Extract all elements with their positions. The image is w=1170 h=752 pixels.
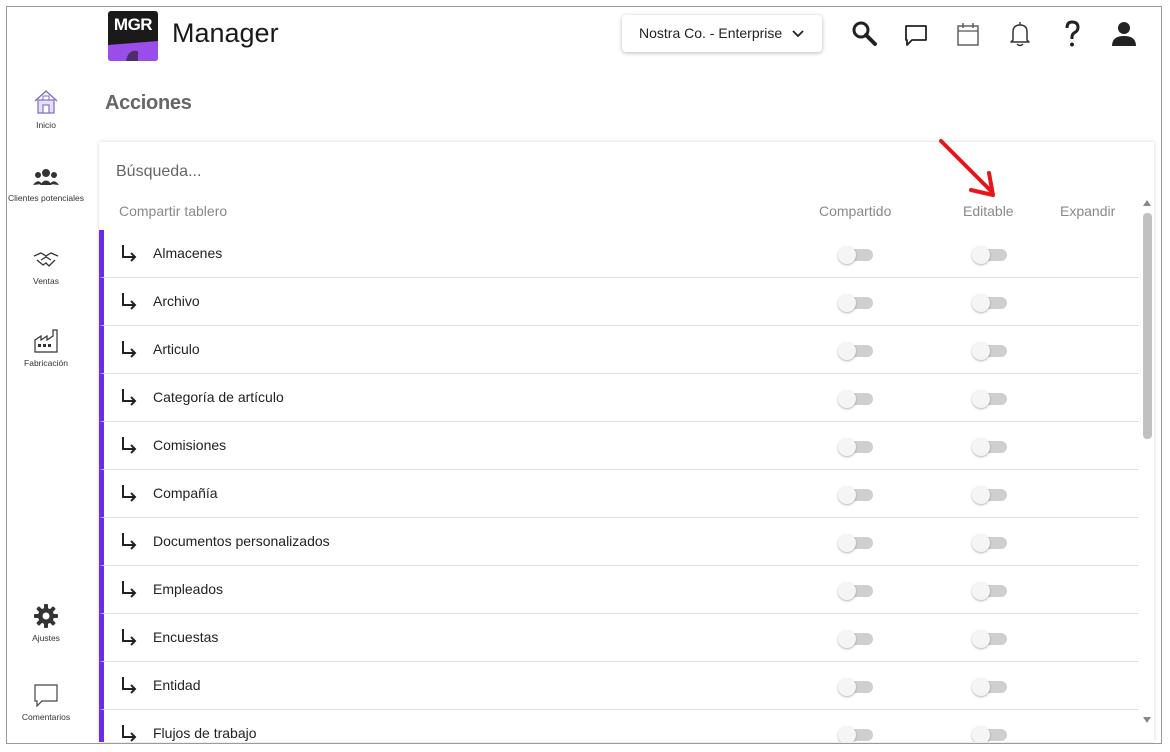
list-item[interactable]: Comisiones [99,422,1139,470]
editable-toggle[interactable] [972,628,1008,648]
list-item[interactable]: Articulo [99,326,1139,374]
list-item-label: Compañía [153,485,218,501]
bell-icon[interactable] [1005,19,1035,49]
list-item[interactable]: Encuestas [99,614,1139,662]
actions-panel: Compartir tablero Compartido Editable Ex… [99,142,1154,742]
sidebar-item-label: Ventas [33,276,59,286]
sidebar-item-ajustes[interactable]: Ajustes [7,603,85,643]
sidebar-item-label: Ajustes [32,633,60,643]
list-item[interactable]: Archivo [99,278,1139,326]
subdirectory-arrow-icon [122,533,137,550]
actions-list: Almacenes Archivo Articulo Categoría de art… [99,230,1139,742]
editable-toggle[interactable] [972,244,1008,264]
list-item[interactable]: Almacenes [99,230,1139,278]
sidebar-item-label: Inicio [36,120,56,130]
shared-toggle[interactable] [838,244,874,264]
company-selector[interactable]: Nostra Co. - Enterprise [622,15,822,52]
list-item[interactable]: Entidad [99,662,1139,710]
subdirectory-arrow-icon [122,389,137,406]
column-header-share-board: Compartir tablero [119,203,228,219]
editable-toggle[interactable] [972,292,1008,312]
factory-icon [34,329,58,353]
column-header-shared: Compartido [819,203,892,219]
list-item-label: Entidad [153,677,201,693]
company-selector-label: Nostra Co. - Enterprise [639,25,783,41]
subdirectory-arrow-icon [122,341,137,358]
subdirectory-arrow-icon [122,629,137,646]
search-input[interactable] [116,163,516,181]
sidebar-item-label: Fabricación [24,358,68,368]
list-item-label: Categoría de artículo [153,389,284,405]
list-item-label: Archivo [153,293,200,309]
editable-toggle[interactable] [972,532,1008,552]
list-item-label: Documentos personalizados [153,533,330,549]
shared-toggle[interactable] [838,676,874,696]
shared-toggle[interactable] [838,436,874,456]
search-icon[interactable] [850,19,880,49]
app-window: Inicio Clientes potenciales Ventas Fabri… [6,6,1162,744]
chat-icon[interactable] [901,19,931,49]
list-item[interactable]: Flujos de trabajo [99,710,1139,742]
editable-toggle[interactable] [972,676,1008,696]
list-item-label: Comisiones [153,437,227,453]
subdirectory-arrow-icon [122,245,137,262]
editable-toggle[interactable] [972,388,1008,408]
shared-toggle[interactable] [838,484,874,504]
sidebar-item-label: Clientes potenciales [7,193,85,203]
sidebar-item-comentarios[interactable]: Comentarios [7,682,85,722]
editable-toggle[interactable] [972,724,1008,742]
app-title: Manager [172,18,279,48]
handshake-icon [33,252,59,267]
home-icon [34,90,58,114]
subdirectory-arrow-icon [122,725,137,742]
app-logo[interactable]: MGR [108,11,158,61]
sidebar-item-ventas[interactable]: Ventas [7,248,85,286]
shared-toggle[interactable] [838,388,874,408]
editable-toggle[interactable] [972,580,1008,600]
gear-icon [34,604,58,628]
calendar-icon[interactable] [953,19,983,49]
people-icon [33,169,59,185]
help-icon[interactable] [1057,19,1087,49]
subdirectory-arrow-icon [122,437,137,454]
sidebar-item-fabricacion[interactable]: Fabricación [7,328,85,368]
annotation-arrow-icon [939,139,995,197]
logo-text: MGR [113,15,153,34]
user-icon[interactable] [1109,19,1139,49]
subdirectory-arrow-icon [122,677,137,694]
subdirectory-arrow-icon [122,293,137,310]
sidebar-item-inicio[interactable]: Inicio [7,88,85,130]
scrollbar-thumb[interactable] [1143,213,1152,439]
editable-toggle[interactable] [972,340,1008,360]
chevron-down-icon [792,30,804,38]
subdirectory-arrow-icon [122,581,137,598]
sidebar-item-label: Comentarios [21,712,71,722]
column-header-editable: Editable [963,203,1014,219]
shared-toggle[interactable] [838,292,874,312]
list-item-label: Empleados [153,581,224,597]
page-title: Acciones [105,92,192,114]
shared-toggle[interactable] [838,532,874,552]
shared-toggle[interactable] [838,724,874,742]
list-item[interactable]: Documentos personalizados [99,518,1139,566]
list-item[interactable]: Categoría de artículo [99,374,1139,422]
list-item-label: Encuestas [153,629,219,645]
list-item[interactable]: Empleados [99,566,1139,614]
comment-icon [34,684,58,708]
subdirectory-arrow-icon [122,485,137,502]
list-item-label: Flujos de trabajo [153,725,257,741]
sidebar-item-clientes[interactable]: Clientes potenciales [7,167,85,203]
list-item-label: Articulo [153,341,200,357]
list-item[interactable]: Compañía [99,470,1139,518]
column-header-expand[interactable]: Expandir [1060,203,1115,219]
sidebar: Inicio Clientes potenciales Ventas Fabri… [7,7,85,743]
editable-toggle[interactable] [972,484,1008,504]
editable-toggle[interactable] [972,436,1008,456]
shared-toggle[interactable] [838,340,874,360]
shared-toggle[interactable] [838,580,874,600]
shared-toggle[interactable] [838,628,874,648]
list-item-label: Almacenes [153,245,223,261]
